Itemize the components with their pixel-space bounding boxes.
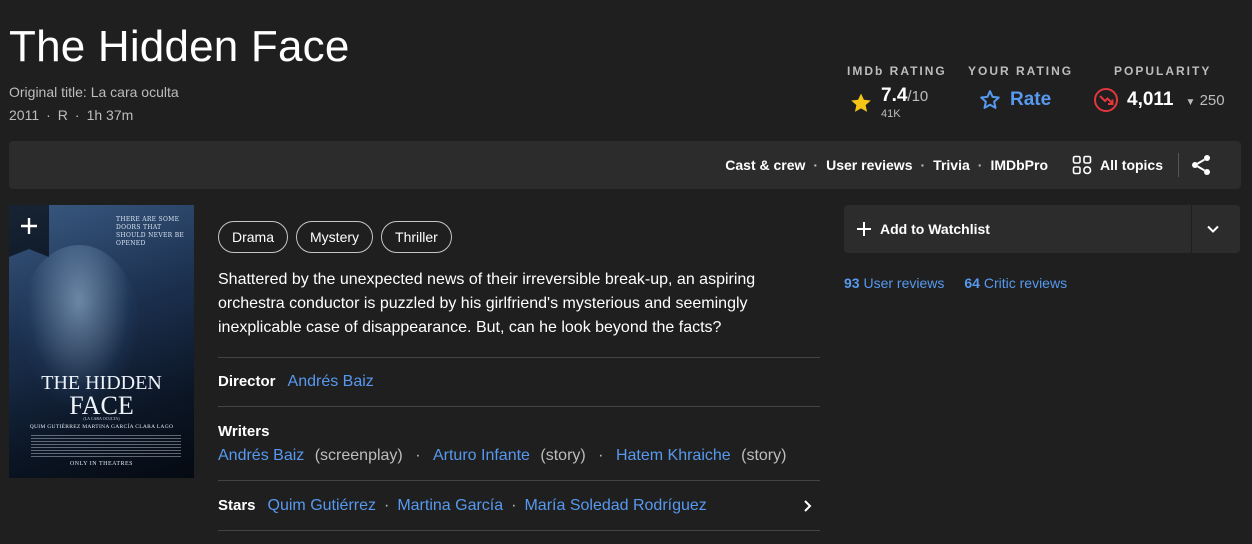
- review-links: 93 User reviews 64 Critic reviews: [844, 275, 1067, 291]
- meta-separator: ·: [74, 107, 80, 123]
- release-year[interactable]: 2011: [9, 107, 39, 123]
- star-outline-icon: [980, 90, 1000, 109]
- rating-values: 7.4/10 41K: [881, 85, 929, 121]
- share-icon[interactable]: [1189, 153, 1213, 177]
- genre-chips: Drama Mystery Thriller: [218, 221, 452, 253]
- poster-subtitle: (LA CARA OCULTA): [83, 416, 120, 421]
- add-to-watchlist-button[interactable]: Add to Watchlist: [856, 205, 990, 253]
- writer-credit-note: (story): [741, 447, 787, 464]
- critic-reviews-link[interactable]: 64 Critic reviews: [964, 275, 1067, 291]
- certificate[interactable]: R: [58, 107, 68, 123]
- grid-icon: [1072, 155, 1092, 175]
- stars-label: Stars: [218, 497, 256, 514]
- title-meta: 2011 · R · 1h 37m: [9, 107, 133, 123]
- poster-footer: ONLY IN THEATRES: [69, 461, 134, 467]
- page-title: The Hidden Face: [9, 22, 350, 71]
- genre-chip-thriller[interactable]: Thriller: [381, 221, 452, 253]
- title-subnav: Cast & crew · User reviews · Trivia · IM…: [9, 141, 1241, 189]
- meta-separator: ·: [46, 107, 51, 123]
- plus-icon: [857, 222, 871, 236]
- critic-reviews-count: 64: [964, 275, 980, 291]
- plot-summary: Shattered by the unexpected news of thei…: [218, 271, 756, 336]
- star-separator: ·: [511, 497, 517, 514]
- imdb-rating-label: IMDb RATING: [847, 64, 947, 78]
- poster-cast: QUIM GUTIÉRREZ MARTINA GARCÍA CLARA LAGO: [29, 424, 174, 430]
- subnav-link-user-reviews[interactable]: User reviews: [826, 157, 912, 173]
- poster-billing-block: [31, 435, 181, 457]
- watchlist-widget: Add to Watchlist: [844, 205, 1240, 253]
- director-label: Director: [218, 373, 276, 390]
- rate-button[interactable]: Rate: [978, 88, 1051, 112]
- popularity-label: POPULARITY: [1114, 64, 1212, 78]
- critic-reviews-label: Critic reviews: [983, 275, 1068, 291]
- director-row: Director Andrés Baiz: [218, 357, 820, 407]
- star-link[interactable]: Quim Gutiérrez: [268, 497, 376, 515]
- star-separator: ·: [384, 497, 390, 514]
- all-topics-label: All topics: [1100, 157, 1164, 173]
- writer-separator: ·: [598, 447, 604, 464]
- rating-count: 41K: [881, 108, 901, 120]
- poster-tagline: THERE ARE SOME DOORS THAT SHOULD NEVER B…: [116, 216, 185, 248]
- genre-chip-drama[interactable]: Drama: [218, 221, 289, 253]
- stars-row[interactable]: Stars Quim Gutiérrez · Martina García · …: [218, 480, 820, 531]
- writer-separator: ·: [415, 447, 421, 464]
- star-link[interactable]: María Soledad Rodríguez: [524, 497, 706, 515]
- popularity-value: 4,011: [1127, 89, 1174, 110]
- writer-credit-note: (story): [540, 447, 586, 464]
- subnav-link-cast-crew[interactable]: Cast & crew: [725, 157, 805, 173]
- add-to-watchlist-ribbon[interactable]: [9, 205, 49, 257]
- original-title: Original title: La cara oculta: [9, 84, 179, 100]
- watchlist-label: Add to Watchlist: [880, 221, 990, 237]
- imdb-rating[interactable]: 7.4/10 41K: [849, 86, 928, 120]
- writer-credit-note: (screenplay): [314, 447, 403, 464]
- trend-down-icon: [1094, 88, 1118, 112]
- user-reviews-link[interactable]: 93 User reviews: [844, 275, 944, 291]
- star-icon: [851, 93, 871, 112]
- genre-chip-mystery[interactable]: Mystery: [296, 221, 374, 253]
- writer-link[interactable]: Hatem Khraiche: [616, 447, 731, 464]
- rating-value: 7.4: [881, 85, 908, 106]
- writers-label: Writers: [218, 423, 270, 440]
- your-rating-label: YOUR RATING: [968, 64, 1074, 78]
- rating-out-of: /10: [907, 88, 929, 105]
- star-link[interactable]: Martina García: [397, 497, 503, 515]
- subnav-divider: [1178, 153, 1179, 177]
- poster-title-line1: THE HIDDEN: [41, 372, 162, 394]
- user-reviews-count: 93: [844, 275, 860, 291]
- watchlist-divider: [1191, 205, 1192, 253]
- writers-row: Writers Andrés Baiz (screenplay) · Artur…: [218, 406, 820, 481]
- subnav-link-trivia[interactable]: Trivia: [933, 157, 970, 173]
- chevron-right-icon[interactable]: [802, 499, 814, 513]
- user-reviews-label: User reviews: [863, 275, 945, 291]
- director-link[interactable]: Andrés Baiz: [288, 373, 374, 391]
- popularity-change: ▼ 250: [1185, 91, 1225, 109]
- writers-list: Andrés Baiz (screenplay) · Arturo Infant…: [218, 447, 786, 465]
- writer-link[interactable]: Andrés Baiz: [218, 447, 304, 464]
- popularity-meter[interactable]: 4,011 ▼ 250: [1093, 87, 1225, 113]
- subnav-separator: ·: [920, 157, 926, 173]
- rate-label: Rate: [1010, 89, 1052, 110]
- caret-down-icon: ▼: [1185, 96, 1196, 108]
- subnav-links: Cast & crew · User reviews · Trivia · IM…: [725, 141, 1048, 189]
- runtime: 1h 37m: [86, 107, 134, 123]
- subnav-separator: ·: [813, 157, 819, 173]
- writer-link[interactable]: Arturo Infante: [433, 447, 530, 464]
- all-topics-button[interactable]: All topics: [1072, 141, 1163, 189]
- chevron-down-icon[interactable]: [1206, 222, 1220, 236]
- subnav-link-imdbpro[interactable]: IMDbPro: [990, 157, 1048, 173]
- subnav-separator: ·: [977, 157, 983, 173]
